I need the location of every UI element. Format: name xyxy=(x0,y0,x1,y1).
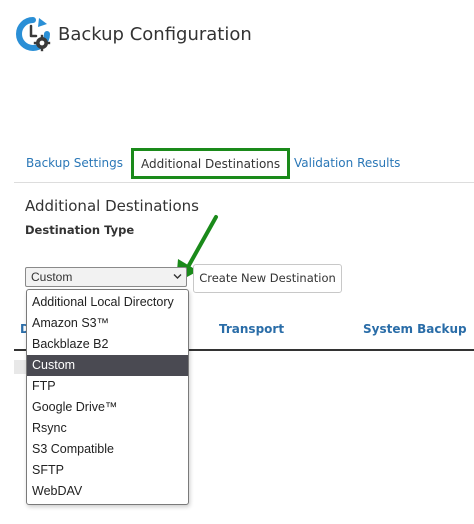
option-amazon-s3[interactable]: Amazon S3™ xyxy=(27,313,188,334)
tab-bar: Backup Settings Additional Destinations … xyxy=(14,148,474,183)
option-ftp[interactable]: FTP xyxy=(27,376,188,397)
option-sftp[interactable]: SFTP xyxy=(27,460,188,481)
chevron-down-icon xyxy=(173,274,182,279)
column-header-transport[interactable]: Transport xyxy=(219,322,284,336)
page-header: Backup Configuration xyxy=(14,14,252,54)
backup-clock-gear-icon xyxy=(16,17,51,52)
option-custom[interactable]: Custom xyxy=(27,355,188,376)
select-value: Custom xyxy=(31,270,73,284)
column-header-system-backup[interactable]: System Backup xyxy=(363,322,467,336)
destination-type-select[interactable]: Custom xyxy=(25,267,187,287)
option-s3-compatible[interactable]: S3 Compatible xyxy=(27,439,188,460)
destination-type-label: Destination Type xyxy=(25,223,135,237)
option-google-drive[interactable]: Google Drive™ xyxy=(27,397,188,418)
option-backblaze-b2[interactable]: Backblaze B2 xyxy=(27,334,188,355)
option-rsync[interactable]: Rsync xyxy=(27,418,188,439)
tab-additional-destinations[interactable]: Additional Destinations xyxy=(131,148,291,179)
destination-type-options: Additional Local Directory Amazon S3™ Ba… xyxy=(26,289,189,505)
option-webdav[interactable]: WebDAV xyxy=(27,481,188,502)
tab-backup-settings[interactable]: Backup Settings xyxy=(26,148,123,179)
option-additional-local-directory[interactable]: Additional Local Directory xyxy=(27,292,188,313)
page-title: Backup Configuration xyxy=(58,23,252,45)
create-new-destination-button[interactable]: Create New Destination xyxy=(193,264,342,293)
table-row xyxy=(14,360,26,374)
tab-validation-results[interactable]: Validation Results xyxy=(294,148,400,179)
